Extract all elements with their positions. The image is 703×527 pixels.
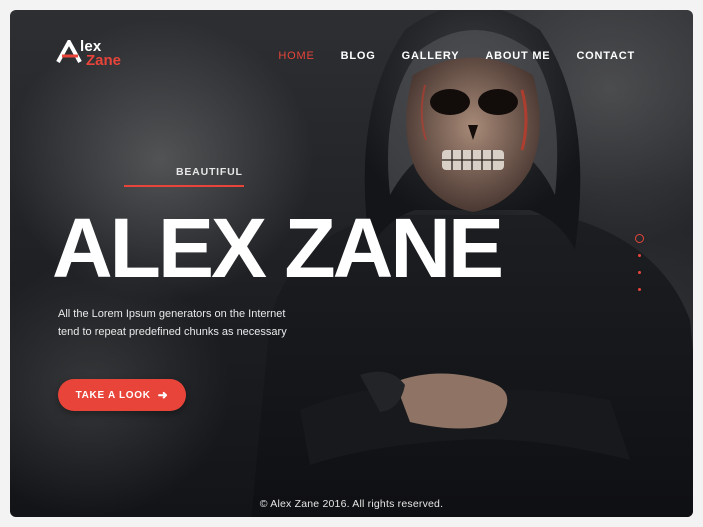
nav-item-home[interactable]: HOME (278, 50, 314, 62)
slide-dot[interactable] (638, 288, 641, 291)
footer-copyright: © Alex Zane 2016. All rights reserved. (259, 498, 444, 510)
hero-description: All the Lorem Ipsum generators on the In… (58, 308, 287, 338)
hero-section: lex Zane HOME BLOG GALLERY ABOUT ME CONT… (10, 10, 693, 517)
logo-text-line2: Zane (86, 52, 122, 69)
main-nav: HOME BLOG GALLERY ABOUT ME CONTACT (278, 50, 635, 62)
nav-item-about-me[interactable]: ABOUT ME (485, 50, 550, 62)
slide-dot[interactable] (638, 254, 641, 257)
brand-logo[interactable]: lex Zane (56, 38, 136, 72)
logo-mark-icon (56, 40, 82, 63)
eyebrow-underline (124, 185, 244, 187)
arrow-right-icon: ➜ (157, 388, 169, 402)
take-a-look-button[interactable]: TAKE A LOOK ➜ (58, 379, 186, 411)
nav-item-blog[interactable]: BLOG (341, 50, 376, 62)
hero-eyebrow: BEAUTIFUL (176, 166, 243, 178)
nav-item-contact[interactable]: CONTACT (576, 50, 635, 62)
nav-item-gallery[interactable]: GALLERY (402, 50, 460, 62)
take-a-look-label: TAKE A LOOK (75, 389, 151, 401)
slide-dot[interactable] (638, 271, 641, 274)
slide-dot-active[interactable] (635, 234, 644, 243)
hero-title: ALEX ZANE (52, 201, 504, 295)
slider-pagination (634, 234, 646, 294)
